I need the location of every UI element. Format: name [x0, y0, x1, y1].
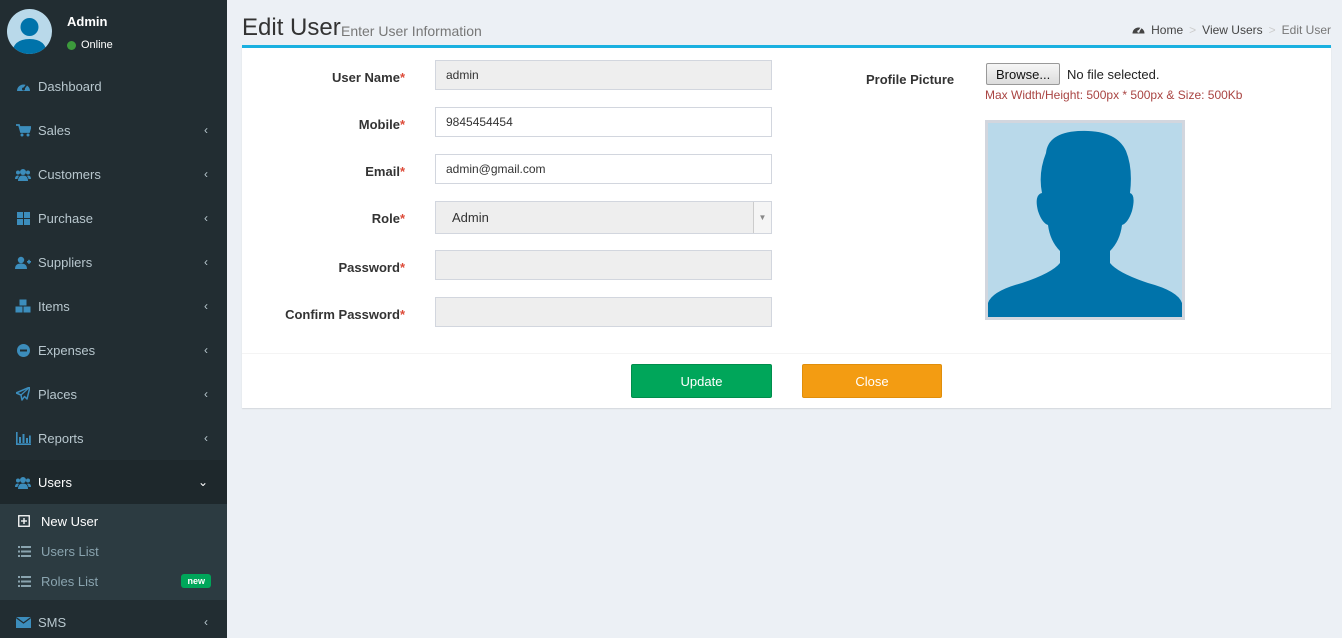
users-icon [15, 167, 31, 181]
sidebar-subitem-users-list[interactable]: Users List [0, 536, 227, 566]
password-label: Password* [338, 260, 405, 275]
breadcrumb-separator: > [1189, 23, 1197, 37]
sidebar-item-label: Expenses [38, 342, 96, 358]
page-title: Edit User [242, 14, 341, 41]
minus-circle-icon [15, 343, 31, 357]
chevron-left-icon: ‹ [204, 255, 208, 269]
chevron-down-icon: ⌄ [197, 475, 208, 489]
breadcrumb-view-users[interactable]: View Users [1202, 23, 1262, 37]
sidebar: Admin Online Dashboard Sales ‹ Customers… [0, 0, 227, 638]
chevron-left-icon: ‹ [204, 615, 208, 629]
online-dot-icon [67, 40, 76, 50]
sidebar-item-users[interactable]: Users ⌄ [0, 460, 227, 504]
dashboard-icon [15, 79, 31, 93]
role-label: Role* [371, 211, 405, 226]
file-status: No file selected. [1067, 67, 1160, 82]
new-badge: new [181, 574, 211, 588]
sidebar-item-items[interactable]: Items ‹ [0, 284, 227, 328]
sidebar-item-dashboard[interactable]: Dashboard [0, 64, 227, 108]
dropdown-arrow-icon: ▼ [753, 202, 771, 233]
username-label: User Name* [332, 70, 405, 85]
list-icon [17, 545, 31, 557]
chevron-left-icon: ‹ [204, 343, 208, 357]
sidebar-item-label: Users [38, 474, 72, 490]
sidebar-item-suppliers[interactable]: Suppliers ‹ [0, 240, 227, 284]
sidebar-subitem-new-user[interactable]: New User [0, 506, 227, 536]
user-status: Online [67, 39, 113, 51]
sidebar-item-sales[interactable]: Sales ‹ [0, 108, 227, 152]
sidebar-subitem-label: New User [41, 513, 99, 529]
chevron-left-icon: ‹ [204, 299, 208, 313]
sidebar-item-label: Dashboard [38, 78, 102, 94]
username-field[interactable]: admin [435, 60, 772, 90]
sidebar-item-label: Suppliers [38, 254, 93, 270]
breadcrumb-home[interactable]: Home [1151, 23, 1183, 37]
user-silhouette-icon [12, 18, 47, 54]
grid-icon [15, 211, 31, 225]
breadcrumb-current: Edit User [1281, 23, 1331, 37]
user-plus-icon [15, 255, 31, 269]
sidebar-item-reports[interactable]: Reports ‹ [0, 416, 227, 460]
sidebar-item-purchase[interactable]: Purchase ‹ [0, 196, 227, 240]
sidebar-item-sms[interactable]: SMS ‹ [0, 600, 227, 638]
sidebar-item-places[interactable]: Places ‹ [0, 372, 227, 416]
role-select[interactable]: Admin ▼ [435, 201, 772, 234]
sidebar-item-customers[interactable]: Customers ‹ [0, 152, 227, 196]
profile-picture-label: Profile Picture [866, 72, 955, 87]
chevron-left-icon: ‹ [204, 387, 208, 401]
email-field[interactable]: admin@gmail.com [435, 154, 772, 184]
users-submenu: New User Users List Roles List new [0, 504, 227, 600]
breadcrumb: Home > View Users > Edit User [1132, 23, 1331, 37]
user-silhouette-icon [988, 130, 1182, 317]
sidebar-item-label: Places [38, 386, 78, 402]
cubes-icon [15, 299, 31, 313]
list-icon [17, 575, 31, 587]
sidebar-item-label: Sales [38, 122, 71, 138]
users-icon [15, 475, 31, 489]
sidebar-item-label: Customers [38, 166, 101, 182]
plus-square-icon [17, 515, 31, 527]
browse-button[interactable]: Browse... [986, 63, 1061, 85]
update-button[interactable]: Update [631, 364, 772, 398]
envelope-icon [15, 615, 31, 629]
footer-divider [242, 353, 1331, 354]
sidebar-item-label: SMS [38, 614, 67, 630]
user-name: Admin [67, 14, 108, 29]
email-label: Email* [365, 164, 405, 179]
close-button[interactable]: Close [802, 364, 942, 398]
confirm-password-label: Confirm Password* [285, 307, 405, 322]
chevron-left-icon: ‹ [204, 167, 208, 181]
page-subtitle: Enter User Information [341, 23, 482, 39]
role-selected-value: Admin [452, 210, 489, 225]
sidebar-subitem-label: Roles List [41, 573, 99, 589]
sidebar-item-expenses[interactable]: Expenses ‹ [0, 328, 227, 372]
mobile-field[interactable]: 9845454454 [435, 107, 772, 137]
sidebar-item-label: Items [38, 298, 70, 314]
confirm-password-field[interactable] [435, 297, 772, 327]
sidebar-subitem-roles-list[interactable]: Roles List new [0, 566, 227, 596]
mobile-label: Mobile* [358, 117, 405, 132]
bar-chart-icon [15, 431, 31, 445]
edit-user-box: User Name* admin Mobile* 9845454454 Emai… [242, 45, 1331, 408]
chevron-left-icon: ‹ [204, 211, 208, 225]
sidebar-subitem-label: Users List [41, 543, 99, 559]
sidebar-item-label: Purchase [38, 210, 93, 226]
upload-hint: Max Width/Height: 500px * 500px & Size: … [985, 88, 1243, 102]
sidebar-item-label: Reports [38, 430, 84, 446]
password-field[interactable] [435, 250, 772, 280]
breadcrumb-separator: > [1268, 23, 1276, 37]
chevron-left-icon: ‹ [204, 123, 208, 137]
avatar [7, 9, 52, 54]
status-label: Online [81, 39, 113, 51]
user-panel: Admin Online [0, 0, 227, 64]
cart-icon [15, 123, 31, 137]
chevron-left-icon: ‹ [204, 431, 208, 445]
dashboard-icon [1132, 23, 1145, 37]
profile-image [985, 120, 1185, 320]
paper-plane-icon [15, 387, 31, 401]
